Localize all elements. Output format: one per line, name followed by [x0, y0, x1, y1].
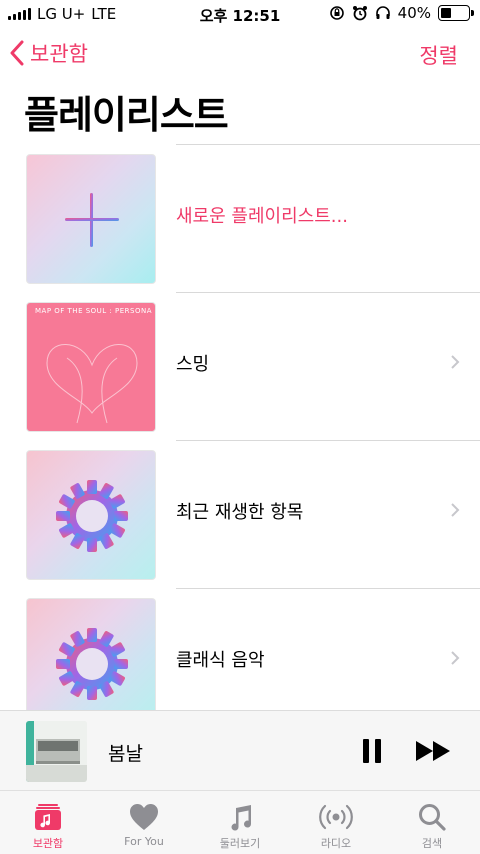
now-playing-artwork	[26, 721, 87, 782]
back-button[interactable]: 보관함	[10, 38, 88, 68]
navigation-bar: 보관함 정렬	[0, 36, 480, 72]
pause-icon	[363, 739, 381, 763]
back-label: 보관함	[30, 42, 88, 66]
headphones-icon	[375, 6, 390, 19]
tab-label: 보관함	[32, 837, 64, 850]
tab-for-you[interactable]: For You	[96, 791, 192, 854]
plus-icon	[65, 193, 119, 247]
tab-label: For You	[124, 835, 164, 848]
next-track-button[interactable]	[414, 739, 454, 763]
divider	[176, 440, 480, 441]
battery-icon	[438, 5, 474, 21]
playlist-label: 스밍	[176, 354, 210, 375]
new-playlist-artwork	[26, 154, 156, 284]
orientation-lock-icon	[329, 6, 344, 20]
search-icon	[417, 801, 447, 833]
divider	[176, 292, 480, 293]
heart-icon	[129, 801, 159, 833]
alarm-icon	[352, 6, 367, 21]
music-note-icon	[225, 801, 255, 833]
tab-radio[interactable]: 라디오	[288, 791, 384, 854]
tab-search[interactable]: 검색	[384, 791, 480, 854]
playlist-row-new[interactable]: 새로운 플레이리스트...	[0, 144, 480, 284]
gear-icon	[56, 628, 128, 700]
tab-label: 검색	[421, 837, 443, 850]
divider	[176, 588, 480, 589]
tab-library[interactable]: 보관함	[0, 791, 96, 854]
chevron-right-icon	[451, 503, 460, 517]
battery-level	[441, 8, 452, 18]
playlist-row[interactable]: 최근 재생한 항목	[0, 440, 480, 580]
fast-forward-icon	[416, 741, 450, 761]
album-artwork: MAP OF THE SOUL : PERSONA	[26, 302, 156, 432]
tab-browse[interactable]: 둘러보기	[192, 791, 288, 854]
playlist-label: 클래식 음악	[176, 650, 265, 671]
radio-icon	[318, 801, 354, 833]
smart-playlist-artwork	[26, 598, 156, 720]
playlist-row[interactable]: 클래식 음악	[0, 588, 480, 720]
tab-bar: 보관함 For You 둘러보기 라디오 검색	[0, 790, 480, 854]
page-title: 플레이리스트	[24, 93, 229, 137]
divider	[176, 144, 480, 145]
tab-label: 둘러보기	[219, 837, 261, 850]
tab-label: 라디오	[320, 837, 352, 850]
album-art-graphic	[26, 721, 87, 782]
mini-player[interactable]: 봄날	[0, 710, 480, 790]
smart-playlist-artwork	[26, 450, 156, 580]
sort-button[interactable]: 정렬	[419, 40, 458, 70]
gear-icon	[56, 480, 128, 552]
status-right: 40%	[329, 4, 474, 22]
chevron-right-icon	[451, 651, 460, 665]
playlist-label: 최근 재생한 항목	[176, 502, 304, 523]
now-playing-title: 봄날	[108, 743, 143, 765]
battery-percent: 40%	[397, 4, 431, 22]
pause-button[interactable]	[360, 737, 384, 765]
chevron-right-icon	[451, 355, 460, 369]
status-bar: LG U+ LTE 오후 12:51 40%	[0, 0, 480, 28]
chevron-left-icon	[10, 40, 24, 66]
playlist-row[interactable]: MAP OF THE SOUL : PERSONA 스밍	[0, 292, 480, 432]
library-icon	[33, 801, 63, 833]
playlist-label: 새로운 플레이리스트...	[176, 206, 348, 227]
album-art-graphic	[46, 344, 138, 424]
